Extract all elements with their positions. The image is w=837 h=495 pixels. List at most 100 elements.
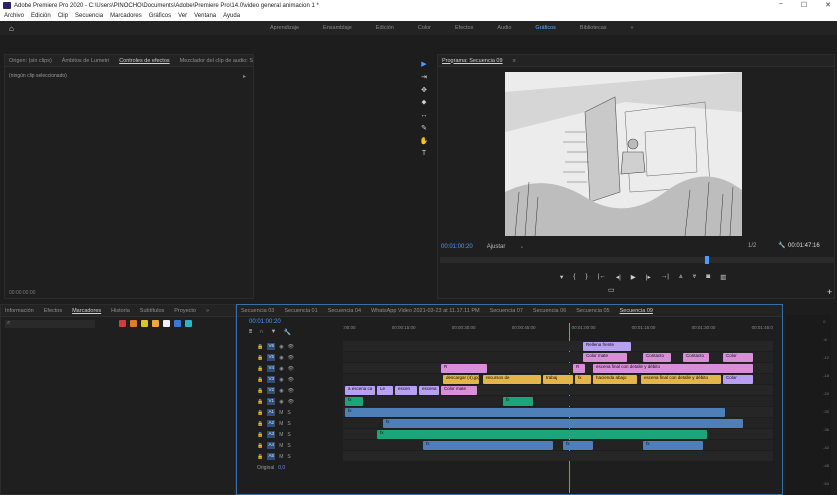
pen-tool-icon[interactable]: ✎ xyxy=(421,124,427,132)
sequence-tab-5[interactable]: Secuencia 06 xyxy=(533,308,566,314)
add-marker-tl-icon[interactable]: ▼ xyxy=(271,329,277,336)
visibility-icon[interactable]: 👁 xyxy=(288,344,294,350)
timeline-clip[interactable]: R xyxy=(441,364,487,373)
visibility-icon[interactable]: 👁 xyxy=(288,388,294,394)
play-icon[interactable]: ▶ xyxy=(631,273,636,281)
workspace-tab-7[interactable]: Bibliotecas xyxy=(580,25,607,31)
track-label[interactable]: A3 xyxy=(267,431,276,438)
lock-icon[interactable]: 🔒 xyxy=(257,388,263,394)
color-swatch[interactable] xyxy=(163,320,170,327)
project-tab-1[interactable]: Efectos xyxy=(44,308,62,314)
lock-icon[interactable]: 🔒 xyxy=(257,421,263,427)
type-tool-icon[interactable]: T xyxy=(422,150,426,157)
track-label[interactable]: A4 xyxy=(267,442,276,449)
timeline-clip[interactable]: Le xyxy=(377,386,393,395)
linked-selection-icon[interactable]: ∩ xyxy=(259,329,263,336)
track-label[interactable]: V4 xyxy=(267,365,276,372)
settings-wrench-icon[interactable]: 🔧 xyxy=(778,242,785,249)
color-swatch[interactable] xyxy=(174,320,181,327)
lock-icon[interactable]: 🔒 xyxy=(257,454,263,460)
track-lane[interactable] xyxy=(343,341,773,351)
menu-item-3[interactable]: Secuencia xyxy=(75,13,103,19)
visibility-icon[interactable]: 👁 xyxy=(288,366,294,372)
master-value[interactable]: 0,0 xyxy=(278,465,285,471)
menu-item-4[interactable]: Marcadores xyxy=(110,13,142,19)
source-tab-1[interactable]: Ámbitos de Lumetri xyxy=(62,58,109,64)
toggle-output-icon[interactable]: ◉ xyxy=(279,344,283,350)
lock-icon[interactable]: 🔒 xyxy=(257,355,263,361)
menu-item-0[interactable]: Archivo xyxy=(4,13,24,19)
lock-icon[interactable]: 🔒 xyxy=(257,432,263,438)
source-tab-0[interactable]: Origen: (sin clips) xyxy=(9,58,52,64)
track-label[interactable]: A2 xyxy=(267,420,276,427)
track-label[interactable]: V3 xyxy=(267,376,276,383)
track-lane[interactable] xyxy=(343,396,773,406)
color-swatch[interactable] xyxy=(130,320,137,327)
track-label[interactable]: V6 xyxy=(267,343,276,350)
program-current-timecode[interactable]: 00:01:00:20 xyxy=(441,244,473,250)
project-tab-6[interactable]: » xyxy=(206,308,209,314)
timeline-clip[interactable]: Contacto xyxy=(683,353,709,362)
workspace-tab-6[interactable]: Gráficos xyxy=(535,25,555,31)
timeline-clip[interactable]: R xyxy=(573,364,585,373)
comparison-icon[interactable]: ▥ xyxy=(720,273,726,281)
workspace-tab-8[interactable]: » xyxy=(631,25,634,31)
lock-icon[interactable]: 🔒 xyxy=(257,399,263,405)
track-label[interactable]: A5 xyxy=(267,453,276,460)
timeline-clip[interactable]: Color mate xyxy=(583,353,627,362)
lock-icon[interactable]: 🔒 xyxy=(257,344,263,350)
menu-item-7[interactable]: Ventana xyxy=(194,13,216,19)
track-label[interactable]: V5 xyxy=(267,354,276,361)
track-lane[interactable] xyxy=(343,440,773,450)
sequence-tab-4[interactable]: Secuencia 07 xyxy=(490,308,523,314)
add-button-icon[interactable]: + xyxy=(827,287,832,297)
solo-icon[interactable]: S xyxy=(287,410,290,416)
color-swatch[interactable] xyxy=(152,320,159,327)
resolution-dropdown[interactable]: 1/2 xyxy=(748,243,756,249)
track-label[interactable]: V1 xyxy=(267,398,276,405)
project-tab-5[interactable]: Proyecto xyxy=(174,308,196,314)
hand-tool-icon[interactable]: ✋ xyxy=(420,137,429,145)
toggle-output-icon[interactable]: ◉ xyxy=(279,377,283,383)
timeline-clip[interactable]: trabaj xyxy=(543,375,573,384)
fit-chevron-icon[interactable]: ⌄ xyxy=(519,243,524,250)
mute-icon[interactable]: M xyxy=(279,410,283,416)
timeline-clip[interactable]: Contacto xyxy=(643,353,671,362)
lock-icon[interactable]: 🔒 xyxy=(257,443,263,449)
timeline-clip[interactable]: a escena ca xyxy=(345,386,375,395)
step-forward-icon[interactable]: |▸ xyxy=(646,273,651,281)
go-to-out-icon[interactable]: →| xyxy=(661,273,669,281)
ripple-edit-tool-icon[interactable]: ✥ xyxy=(421,86,427,94)
search-input[interactable]: ⌕ xyxy=(5,320,95,328)
mute-icon[interactable]: M xyxy=(279,454,283,460)
program-scrub-bar[interactable] xyxy=(440,256,835,264)
toggle-output-icon[interactable]: ◉ xyxy=(279,366,283,372)
timeline-clip[interactable]: fx xyxy=(345,408,725,417)
project-tab-3[interactable]: Historia xyxy=(111,308,130,314)
timeline-clip[interactable]: fx xyxy=(575,375,591,384)
export-frame-icon[interactable]: ◙ xyxy=(706,273,710,281)
timeline-clip[interactable]: fx xyxy=(503,397,533,406)
timeline-clip[interactable]: hacienda abajo xyxy=(593,375,637,384)
solo-icon[interactable]: S xyxy=(287,443,290,449)
project-tab-4[interactable]: Subtítulos xyxy=(140,308,164,314)
timeline-clip[interactable]: escena final con detalle y débito xyxy=(641,375,721,384)
visibility-icon[interactable]: 👁 xyxy=(288,399,294,405)
track-select-tool-icon[interactable]: ⇥ xyxy=(421,73,427,81)
program-menu-icon[interactable]: ≡ xyxy=(513,58,516,64)
solo-icon[interactable]: S xyxy=(287,421,290,427)
timeline-timecode[interactable]: 00:01:00:20 xyxy=(249,319,281,325)
timeline-clip[interactable]: Color mate xyxy=(441,386,477,395)
playhead-marker[interactable] xyxy=(705,256,709,264)
color-swatch[interactable] xyxy=(141,320,148,327)
button-editor-icon[interactable]: ▭ xyxy=(608,286,615,294)
time-ruler[interactable]: :00:00 00:00:15:00 00:00:30:00 00:00:45:00 0… xyxy=(343,325,773,335)
program-tab[interactable]: Programa: Secuencia 09 xyxy=(442,58,503,64)
lock-icon[interactable]: 🔒 xyxy=(257,410,263,416)
timeline-clip[interactable]: Rellena frente xyxy=(583,342,631,351)
home-icon[interactable]: ⌂ xyxy=(9,24,14,33)
timeline-clip[interactable]: fx xyxy=(423,441,553,450)
toggle-output-icon[interactable]: ◉ xyxy=(279,388,283,394)
track-lane[interactable] xyxy=(343,451,773,461)
sequence-tab-3[interactable]: WhatsApp Video 2021-03-23 at 11.17.11 PM xyxy=(371,308,480,314)
